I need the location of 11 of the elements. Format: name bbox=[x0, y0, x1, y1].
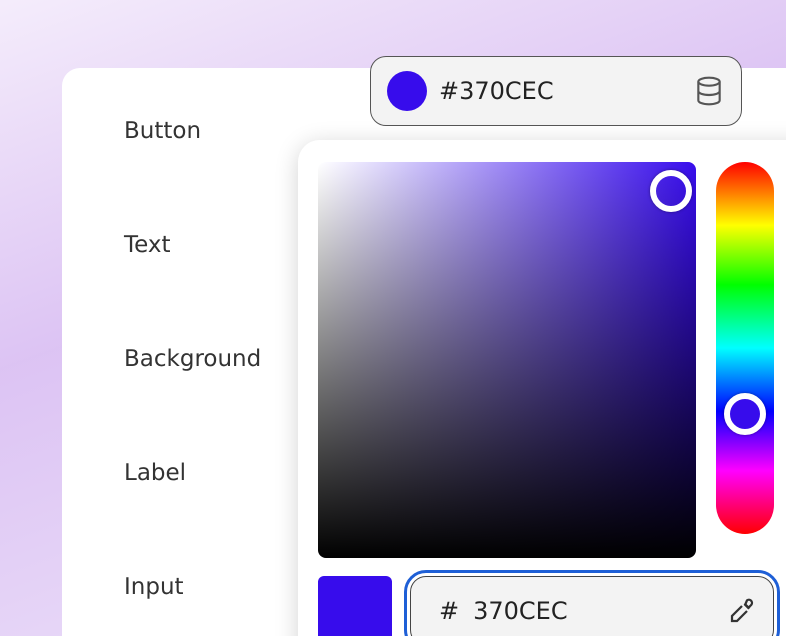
color-field[interactable]: #370CEC bbox=[370, 56, 742, 126]
row-label: Input bbox=[124, 574, 185, 600]
hex-value: 370CEC bbox=[473, 597, 569, 625]
row-label: Background bbox=[124, 346, 262, 372]
row-label: Text bbox=[124, 232, 172, 258]
saturation-handle[interactable] bbox=[650, 170, 692, 212]
hash-prefix: # bbox=[439, 597, 460, 625]
row-label: Label bbox=[124, 460, 188, 486]
color-value: #370CEC bbox=[439, 77, 555, 105]
saturation-area[interactable] bbox=[318, 162, 696, 558]
row-label: Button bbox=[124, 118, 202, 144]
